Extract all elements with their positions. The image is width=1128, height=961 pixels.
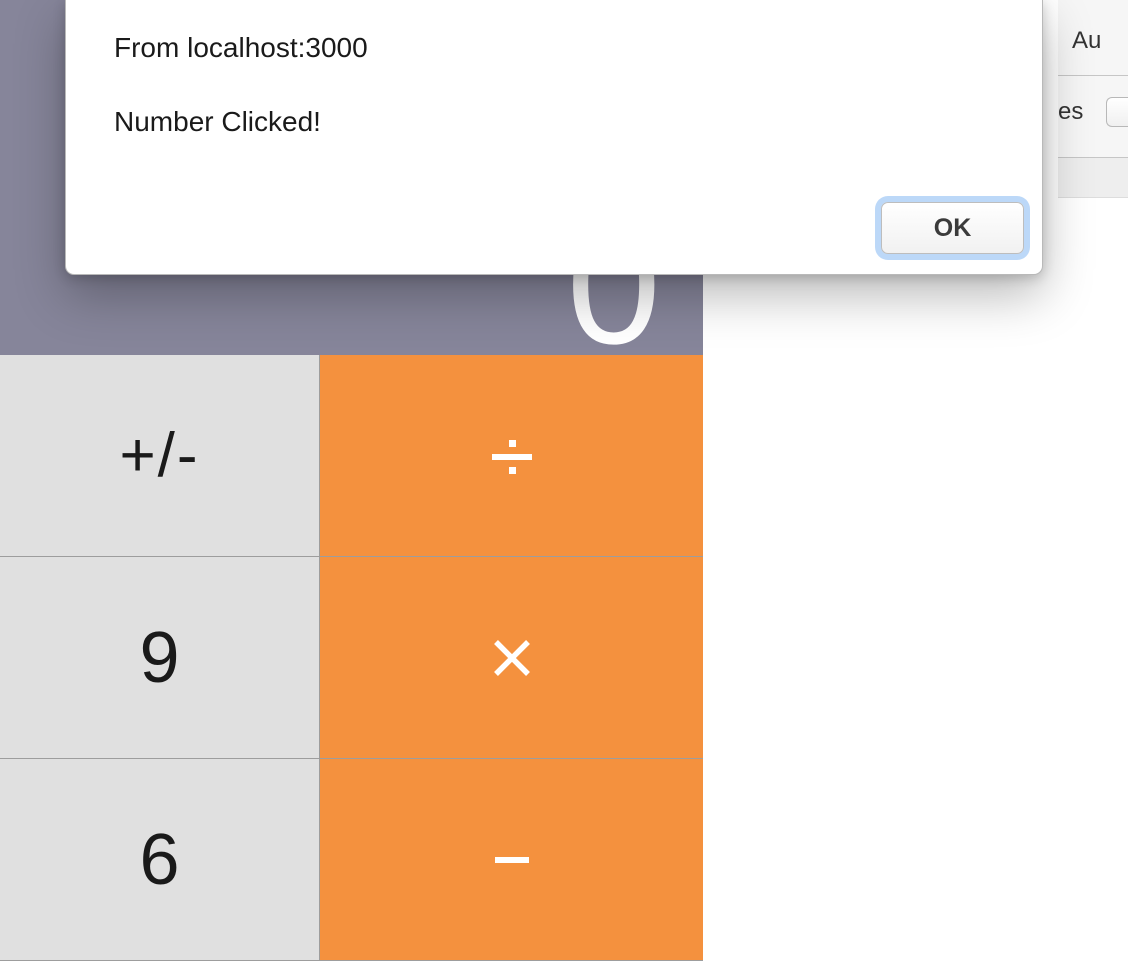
divide-button[interactable] [320, 355, 703, 557]
sign-label: +/- [119, 420, 199, 491]
alert-ok-button[interactable]: OK [881, 202, 1024, 254]
keypad-row: +/- [0, 355, 703, 557]
alert-footer: OK [881, 202, 1024, 254]
devtools-subbar-fragment [1058, 158, 1128, 198]
devtools-toolbar-fragment: es [1058, 76, 1128, 158]
minus-button[interactable] [320, 759, 703, 961]
devtools-toolbar-partial-text: es [1058, 98, 1083, 126]
alert-message: Number Clicked! [114, 106, 994, 138]
keypad-row: 6 [0, 759, 703, 961]
minus-icon [495, 857, 529, 863]
digit-label: 6 [139, 819, 179, 901]
devtools-tabbar-fragment: Au [1058, 0, 1128, 76]
divide-icon [492, 436, 532, 476]
digit-9-button[interactable]: 9 [0, 557, 320, 759]
javascript-alert-dialog: From localhost:3000 Number Clicked! OK [65, 0, 1043, 275]
devtools-toggle-fragment[interactable] [1106, 97, 1128, 127]
alert-origin: From localhost:3000 [114, 32, 994, 64]
sign-toggle-button[interactable]: +/- [0, 355, 320, 557]
multiply-icon [490, 636, 534, 680]
digit-6-button[interactable]: 6 [0, 759, 320, 961]
digit-label: 9 [139, 617, 179, 699]
multiply-button[interactable] [320, 557, 703, 759]
calculator-keypad: +/- 9 6 [0, 355, 703, 961]
keypad-row: 9 [0, 557, 703, 759]
devtools-tab-partial-text[interactable]: Au [1072, 27, 1101, 55]
